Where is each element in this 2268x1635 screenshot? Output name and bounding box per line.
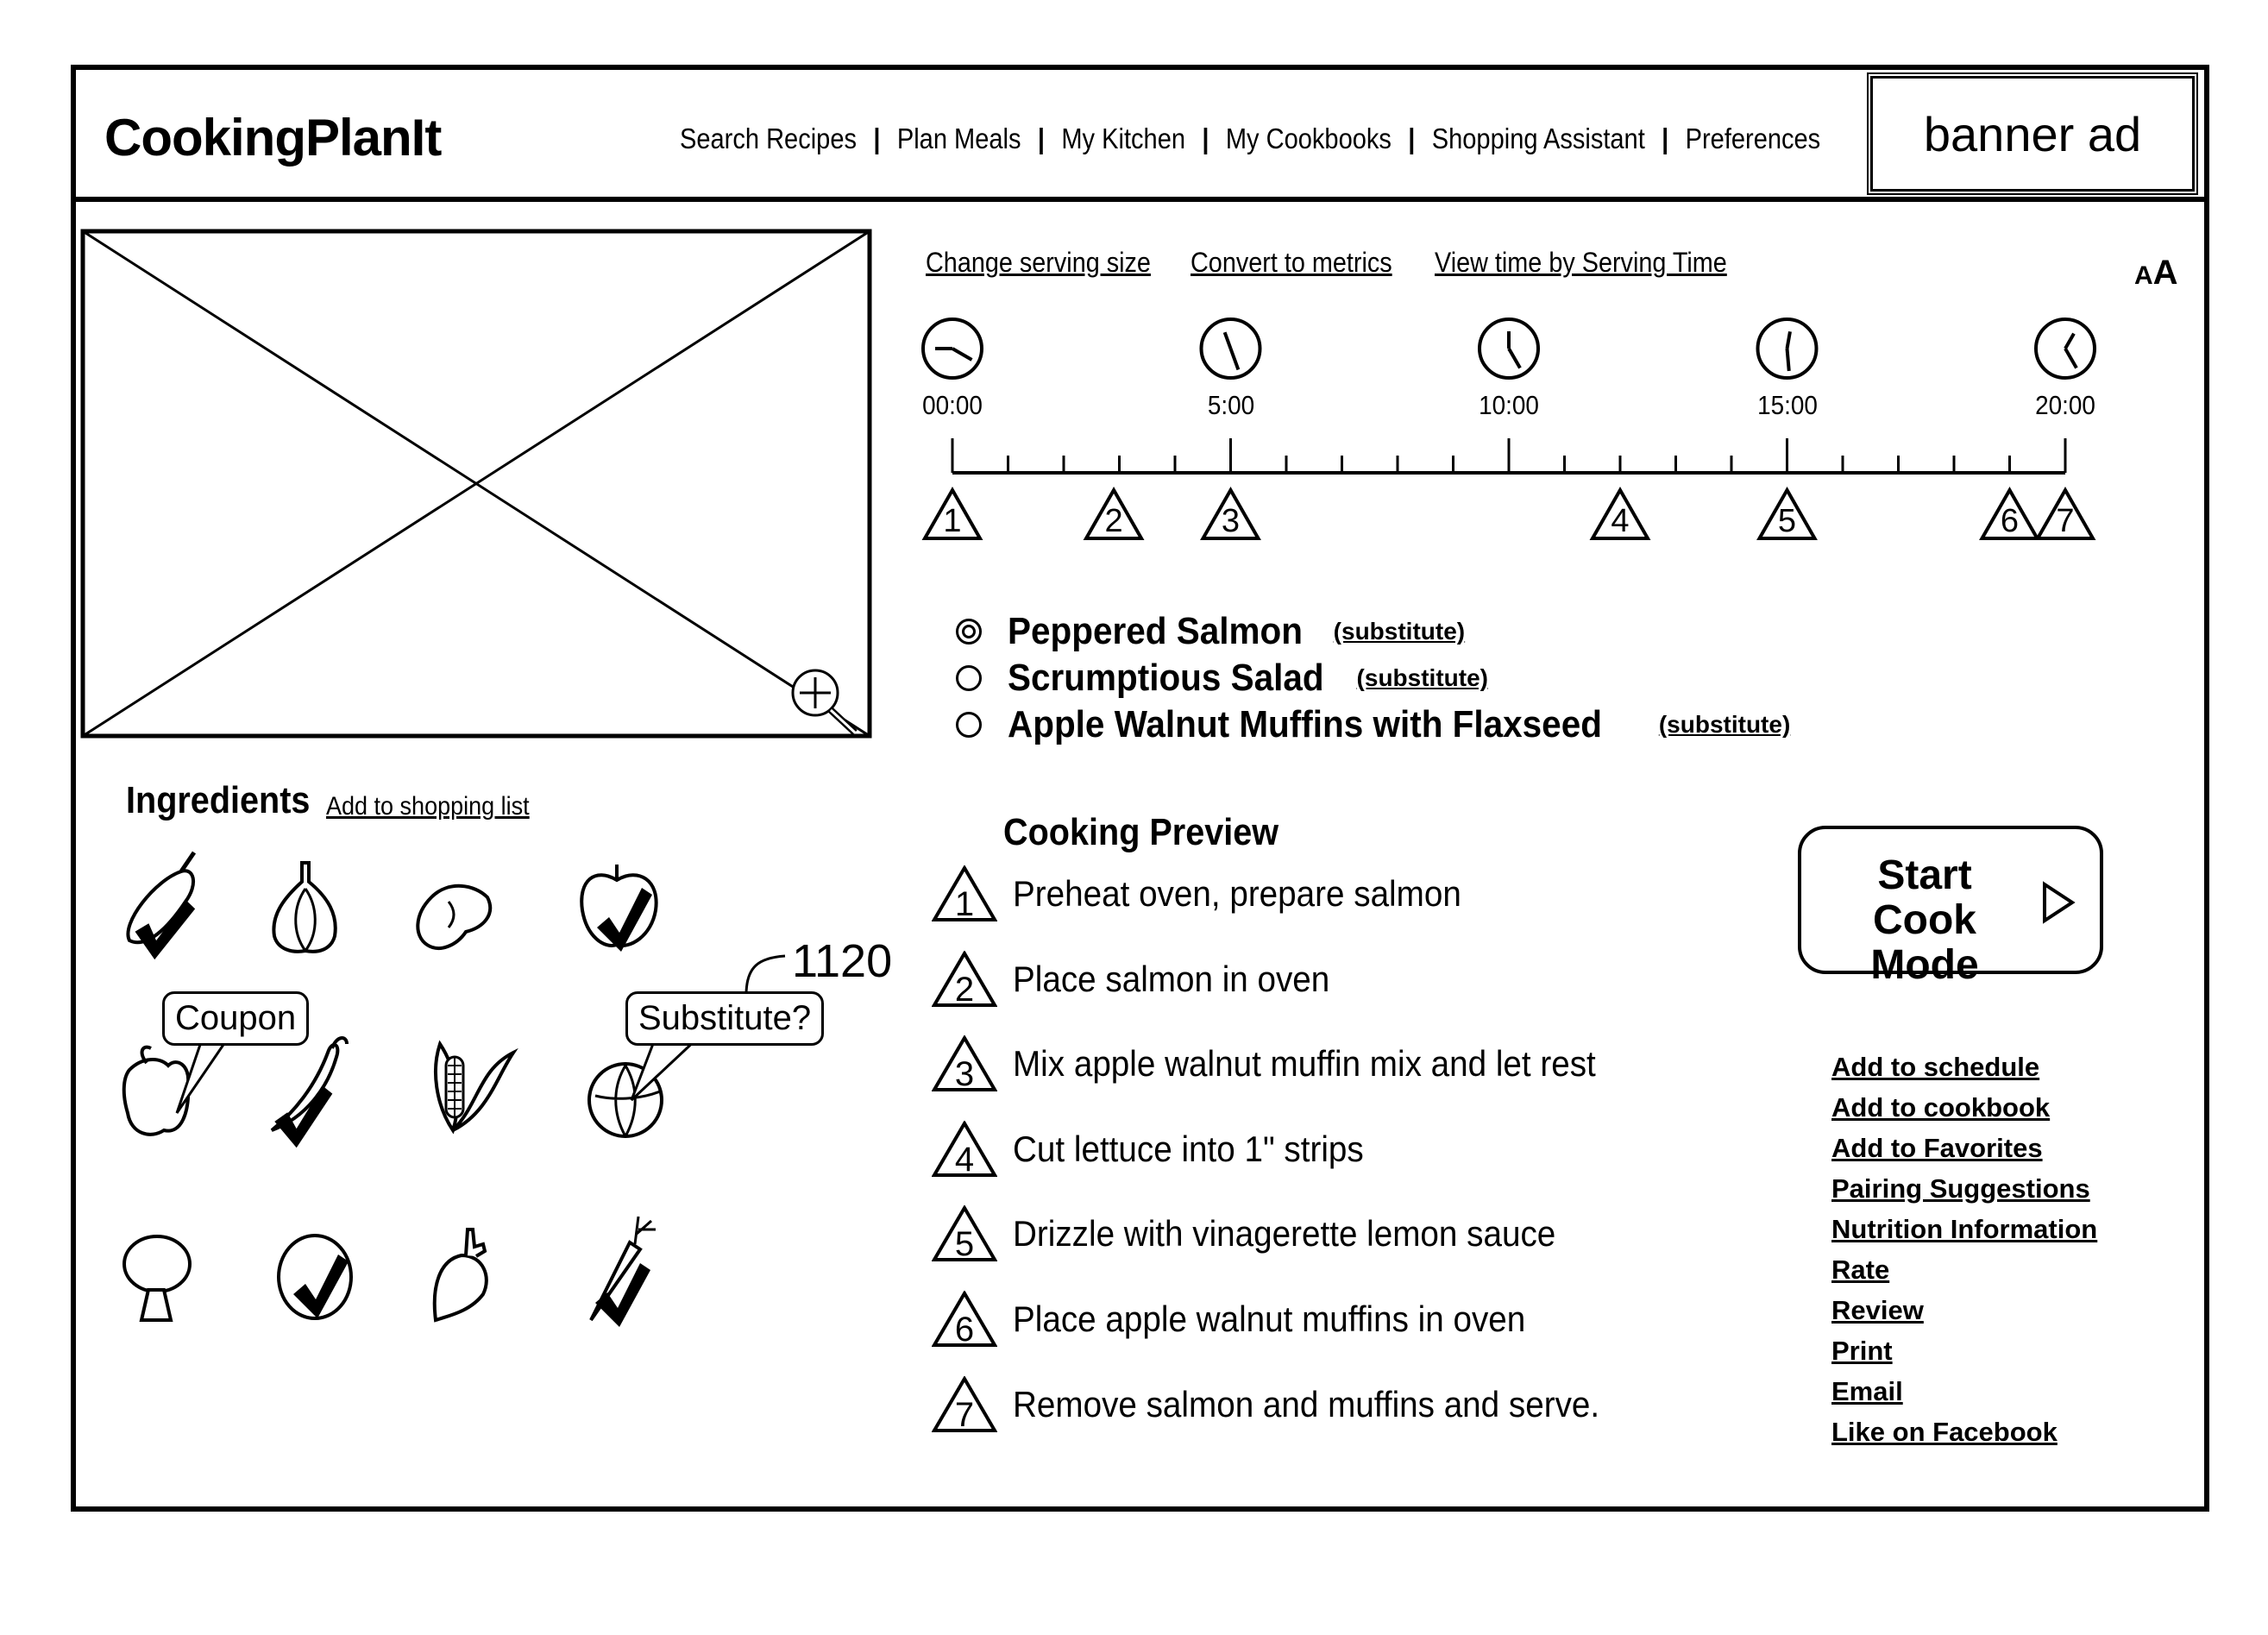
step-number: 1 bbox=[943, 503, 961, 539]
start-cook-mode-label: Start Cook Mode bbox=[1825, 853, 2024, 988]
review-link[interactable]: Review bbox=[1831, 1290, 2097, 1330]
clock-icon bbox=[1199, 318, 1262, 380]
step-triangle-icon: 7 bbox=[932, 1375, 997, 1433]
cooking-step[interactable]: 7 Remove salmon and muffins and serve. bbox=[932, 1375, 1650, 1433]
pairing-suggestions-link[interactable]: Pairing Suggestions bbox=[1831, 1168, 2097, 1209]
recipe-name: Apple Walnut Muffins with Flaxseed bbox=[1008, 703, 1602, 745]
step-number: 7 bbox=[2056, 503, 2074, 539]
timeline-step-marker[interactable]: 6 bbox=[1979, 486, 2040, 540]
timeline-step-marker[interactable]: 4 bbox=[1589, 486, 1651, 540]
step-text: Place salmon in oven bbox=[1013, 958, 1330, 999]
add-to-shopping-list-link[interactable]: Add to shopping list bbox=[326, 792, 530, 821]
ingredient-bell-pepper-icon[interactable] bbox=[122, 1045, 191, 1136]
ingredient-chili-pepper-icon[interactable] bbox=[270, 1036, 349, 1151]
clock-icon bbox=[2034, 318, 2096, 380]
timeline-step-marker[interactable]: 2 bbox=[1083, 486, 1145, 540]
cooking-step[interactable]: 1 Preheat oven, prepare salmon bbox=[932, 865, 1500, 922]
recipe-actions: Add to schedule Add to cookbook Add to F… bbox=[1831, 1047, 2097, 1452]
step-text: Remove salmon and muffins and serve. bbox=[1013, 1383, 1600, 1424]
timeline-step-marker[interactable]: 7 bbox=[2034, 486, 2096, 540]
step-number: 4 bbox=[1611, 503, 1629, 539]
cooking-timeline: 1 2 3 4 5 6 7 bbox=[921, 318, 2096, 540]
substitute-link[interactable]: (substitute) bbox=[1334, 618, 1465, 645]
label-line-2: Mode bbox=[1870, 942, 1979, 988]
step-triangle-icon: 2 bbox=[932, 950, 997, 1008]
cooking-step[interactable]: 5 Drizzle with vinagerette lemon sauce bbox=[932, 1205, 1603, 1262]
ingredient-carrot-icon[interactable] bbox=[589, 1216, 656, 1327]
step-number: 6 bbox=[2001, 503, 2019, 539]
recipe-name: Peppered Salmon bbox=[1008, 610, 1303, 652]
label-line-1: Start Cook bbox=[1873, 852, 1976, 943]
checkmark-icon bbox=[272, 1082, 334, 1151]
clock-icon bbox=[1478, 318, 1540, 380]
substitute-link[interactable]: (substitute) bbox=[1659, 711, 1790, 739]
start-cook-mode-button[interactable]: Start Cook Mode bbox=[1798, 826, 2103, 988]
step-text: Preheat oven, prepare salmon bbox=[1013, 873, 1461, 914]
ingredients-heading: Ingredients bbox=[126, 779, 311, 821]
clock-icon bbox=[1756, 318, 1819, 380]
cooking-step[interactable]: 6 Place apple walnut muffins in oven bbox=[932, 1291, 1570, 1348]
timeline-step-marker[interactable]: 3 bbox=[1200, 486, 1261, 540]
recipe-list: Peppered Salmon (substitute) Scrumptious… bbox=[956, 608, 1790, 748]
step-number: 1 bbox=[955, 885, 974, 922]
step-number: 5 bbox=[955, 1225, 974, 1262]
ingredient-potato-icon[interactable] bbox=[416, 884, 493, 950]
ingredient-mushroom-icon[interactable] bbox=[123, 1235, 192, 1322]
step-triangle-icon: 3 bbox=[932, 1035, 997, 1092]
like-on-facebook-link[interactable]: Like on Facebook bbox=[1831, 1412, 2097, 1452]
play-icon bbox=[2043, 881, 2076, 924]
step-number: 7 bbox=[955, 1396, 974, 1433]
step-number: 6 bbox=[955, 1311, 974, 1348]
clock-icon bbox=[921, 318, 983, 380]
cooking-step[interactable]: 3 Mix apple walnut muffin mix and let re… bbox=[932, 1035, 1647, 1092]
timeline-step-marker[interactable]: 5 bbox=[1756, 486, 1818, 540]
recipe-option-apple-walnut-muffins[interactable]: Apple Walnut Muffins with Flaxseed (subs… bbox=[956, 701, 1790, 748]
recipe-name: Scrumptious Salad bbox=[1008, 657, 1324, 699]
step-number: 3 bbox=[955, 1055, 974, 1092]
step-text: Mix apple walnut muffin mix and let rest bbox=[1013, 1043, 1596, 1085]
step-number: 2 bbox=[1104, 503, 1122, 539]
rate-link[interactable]: Rate bbox=[1831, 1249, 2097, 1290]
step-triangle-icon: 5 bbox=[932, 1205, 997, 1262]
cooking-preview-heading: Cooking Preview bbox=[1003, 811, 1279, 853]
recipe-option-peppered-salmon[interactable]: Peppered Salmon (substitute) bbox=[956, 608, 1790, 655]
ingredient-apple-icon[interactable] bbox=[580, 865, 658, 952]
cooking-step[interactable]: 2 Place salmon in oven bbox=[932, 950, 1357, 1008]
callout-leader-line bbox=[744, 954, 786, 996]
add-to-cookbook-link[interactable]: Add to cookbook bbox=[1831, 1087, 2097, 1128]
add-to-schedule-link[interactable]: Add to schedule bbox=[1831, 1047, 2097, 1087]
coupon-bubble[interactable]: Coupon bbox=[162, 991, 310, 1046]
ingredient-eggplant-icon[interactable] bbox=[126, 851, 197, 965]
ingredient-lemon-icon[interactable] bbox=[277, 1234, 353, 1320]
step-triangle-icon: 1 bbox=[932, 865, 997, 922]
ingredient-corn-icon[interactable] bbox=[434, 1040, 518, 1135]
radio-icon[interactable] bbox=[956, 665, 982, 691]
radio-selected-icon[interactable] bbox=[956, 619, 982, 645]
step-text: Cut lettuce into 1" strips bbox=[1013, 1128, 1364, 1169]
step-number: 5 bbox=[1778, 503, 1796, 539]
radio-icon[interactable] bbox=[956, 712, 982, 738]
step-number: 2 bbox=[955, 971, 974, 1008]
ingredient-garlic-icon[interactable] bbox=[272, 861, 337, 953]
step-triangle-icon: 6 bbox=[932, 1291, 997, 1348]
nutrition-information-link[interactable]: Nutrition Information bbox=[1831, 1209, 2097, 1249]
ingredient-grid bbox=[122, 851, 786, 1327]
ingredient-beet-icon[interactable] bbox=[432, 1228, 488, 1323]
timeline-step-marker[interactable]: 1 bbox=[921, 486, 983, 540]
recipe-option-scrumptious-salad[interactable]: Scrumptious Salad (substitute) bbox=[956, 655, 1790, 701]
step-text: Place apple walnut muffins in oven bbox=[1013, 1299, 1526, 1339]
email-link[interactable]: Email bbox=[1831, 1371, 2097, 1412]
callout-reference-number: 1120 bbox=[792, 935, 893, 987]
step-number: 3 bbox=[1222, 503, 1240, 539]
add-to-favorites-link[interactable]: Add to Favorites bbox=[1831, 1128, 2097, 1168]
step-triangle-icon: 4 bbox=[932, 1120, 997, 1178]
print-link[interactable]: Print bbox=[1831, 1330, 2097, 1371]
substitute-bubble[interactable]: Substitute? bbox=[625, 991, 825, 1046]
step-number: 4 bbox=[955, 1141, 974, 1178]
step-text: Drizzle with vinagerette lemon sauce bbox=[1013, 1213, 1556, 1255]
substitute-link[interactable]: (substitute) bbox=[1357, 664, 1488, 692]
cooking-step[interactable]: 4 Cut lettuce into 1" strips bbox=[932, 1120, 1394, 1178]
